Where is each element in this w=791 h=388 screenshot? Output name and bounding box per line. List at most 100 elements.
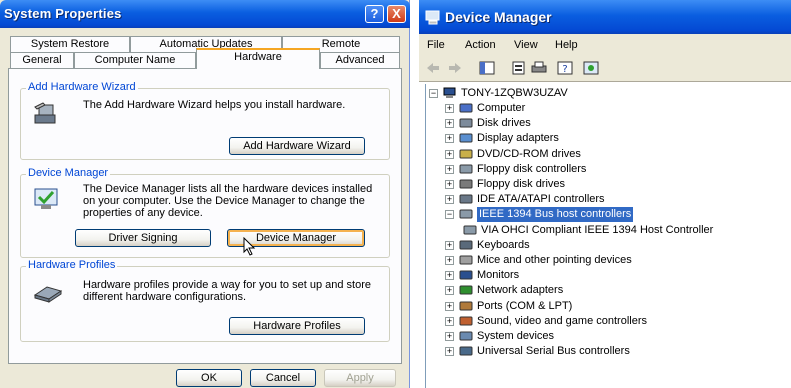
menu-file[interactable]: File <box>427 39 445 51</box>
tree-expander[interactable]: + <box>445 332 454 341</box>
add-hardware-wizard-button[interactable]: Add Hardware Wizard <box>229 137 365 155</box>
hardware-profiles-icon <box>33 286 63 303</box>
scan-hardware-icon[interactable] <box>583 61 599 75</box>
tree-expander[interactable]: + <box>445 104 454 113</box>
hardware-profiles-description-line2: different hardware configurations. <box>83 291 247 303</box>
category-label: DVD/CD-ROM drives <box>477 147 581 160</box>
device-category-icon <box>459 255 473 265</box>
tree-category[interactable]: + Monitors <box>445 268 789 283</box>
print-icon[interactable] <box>531 61 547 75</box>
category-label: Monitors <box>477 269 520 282</box>
tree-category[interactable]: + Network adapters <box>445 283 789 298</box>
tree-expander[interactable]: + <box>445 240 454 250</box>
device-category-icon <box>459 179 473 189</box>
tab-advanced[interactable]: Advanced <box>320 52 400 69</box>
device-manager-description-line3: properties of any device. <box>83 207 203 219</box>
tab-hardware[interactable]: Hardware <box>196 48 320 69</box>
tree-expander[interactable]: + <box>445 195 454 205</box>
ok-button[interactable]: OK <box>176 369 242 387</box>
category-label: Universal Serial Bus controllers <box>477 345 630 358</box>
close-button[interactable]: X <box>387 5 406 23</box>
tree-expander[interactable]: + <box>445 271 454 281</box>
computer-icon <box>425 10 440 25</box>
cancel-button[interactable]: Cancel <box>250 369 316 387</box>
device-category-icon <box>459 209 473 219</box>
tree-category[interactable]: + DVD/CD-ROM drives <box>445 147 789 162</box>
device-category-icon <box>459 285 473 295</box>
apply-button[interactable]: Apply <box>324 369 396 387</box>
tree-expander[interactable]: + <box>445 180 454 189</box>
category-label: IEEE 1394 Bus host controllers <box>477 207 634 223</box>
category-label: Sound, video and game controllers <box>477 314 647 327</box>
tree-category[interactable]: + Floppy disk controllers <box>445 162 789 177</box>
add-hardware-group-label: Add Hardware Wizard <box>26 81 138 93</box>
dm-title-bar[interactable]: Device Manager <box>419 0 791 34</box>
device-manager-icon <box>34 188 58 209</box>
tree-category[interactable]: + Ports (COM & LPT) <box>445 299 789 314</box>
device-category-icon <box>459 118 473 128</box>
dm-toolbar: ? <box>419 56 791 82</box>
device-manager-description-line1: The Device Manager lists all the hardwar… <box>83 183 373 195</box>
back-arrow-icon[interactable] <box>425 61 441 75</box>
category-label: Floppy disk drives <box>477 178 566 190</box>
tree-category[interactable]: − IEEE 1394 Bus host controllers <box>445 207 789 223</box>
device-category-icon <box>459 270 473 280</box>
tree-expander[interactable]: − <box>445 210 454 220</box>
device-category-icon <box>463 225 477 235</box>
tree-category[interactable]: + Display adapters <box>445 131 789 146</box>
system-properties-window: System Properties ? X System Restore Aut… <box>0 0 410 388</box>
tab-system-restore[interactable]: System Restore <box>10 36 130 53</box>
device-category-icon <box>459 194 473 204</box>
add-hardware-group: Add Hardware Wizard The Add Hardware Wiz… <box>20 81 390 160</box>
category-label: Disk drives <box>477 117 531 130</box>
tree-expander[interactable]: + <box>445 119 454 129</box>
tree-category[interactable]: + Universal Serial Bus controllers <box>445 344 789 359</box>
tree-category[interactable]: + Mice and other pointing devices <box>445 253 789 268</box>
hardware-profiles-button[interactable]: Hardware Profiles <box>229 317 365 335</box>
tree-device-item[interactable]: VIA OHCI Compliant IEEE 1394 Host Contro… <box>463 223 789 238</box>
tab-computer-name[interactable]: Computer Name <box>74 52 196 69</box>
tree-category[interactable]: + Keyboards <box>445 238 789 253</box>
device-category-icon <box>459 133 473 143</box>
category-label: Ports (COM & LPT) <box>477 299 573 312</box>
menu-help[interactable]: Help <box>555 39 578 51</box>
tree-category[interactable]: + Disk drives <box>445 116 789 131</box>
device-category-icon <box>459 149 473 159</box>
properties-icon[interactable] <box>511 61 527 75</box>
help-topics-icon[interactable]: ? <box>557 61 573 75</box>
forward-arrow-icon[interactable] <box>447 61 463 75</box>
category-label: Network adapters <box>477 284 564 297</box>
window-title: System Properties <box>4 6 122 21</box>
help-button[interactable]: ? <box>365 5 384 23</box>
tree-category[interactable]: + Floppy disk drives <box>445 177 789 192</box>
tree-category[interactable]: + IDE ATA/ATAPI controllers <box>445 192 789 207</box>
show-hide-tree-icon[interactable] <box>479 61 495 75</box>
category-label: Keyboards <box>477 238 530 251</box>
menu-view[interactable]: View <box>514 39 538 51</box>
tree-expander[interactable]: + <box>445 286 454 296</box>
tree-category[interactable]: + System devices <box>445 329 789 344</box>
tree-expander[interactable]: + <box>445 149 454 159</box>
tree-category[interactable]: + Sound, video and game controllers <box>445 314 789 329</box>
tree-expander[interactable]: + <box>445 301 454 311</box>
tree-expander[interactable]: + <box>445 134 454 144</box>
category-label: IDE ATA/ATAPI controllers <box>477 193 605 206</box>
tree-root[interactable]: − TONY-1ZQBW3UZAV <box>429 86 789 101</box>
tree-expander[interactable]: + <box>445 347 454 357</box>
add-hardware-icon <box>34 102 56 124</box>
root-expander[interactable]: − <box>429 89 438 98</box>
tree-expander[interactable]: + <box>445 256 454 265</box>
device-category-icon <box>459 164 473 174</box>
device-category-icon <box>459 316 473 326</box>
title-bar[interactable]: System Properties ? X <box>0 0 410 28</box>
dm-window-title: Device Manager <box>445 9 552 25</box>
driver-signing-button[interactable]: Driver Signing <box>75 229 211 247</box>
device-category-icon <box>459 240 473 250</box>
tree-category[interactable]: + Computer <box>445 101 789 116</box>
tree-expander[interactable]: + <box>445 316 454 326</box>
tree-expander[interactable]: + <box>445 164 454 174</box>
device-manager-window: Device Manager File Action View Help ? −… <box>419 0 791 388</box>
device-manager-description-line2: on your computer. Use the Device Manager… <box>83 195 365 207</box>
menu-action[interactable]: Action <box>465 39 496 51</box>
tab-general[interactable]: General <box>10 52 74 69</box>
